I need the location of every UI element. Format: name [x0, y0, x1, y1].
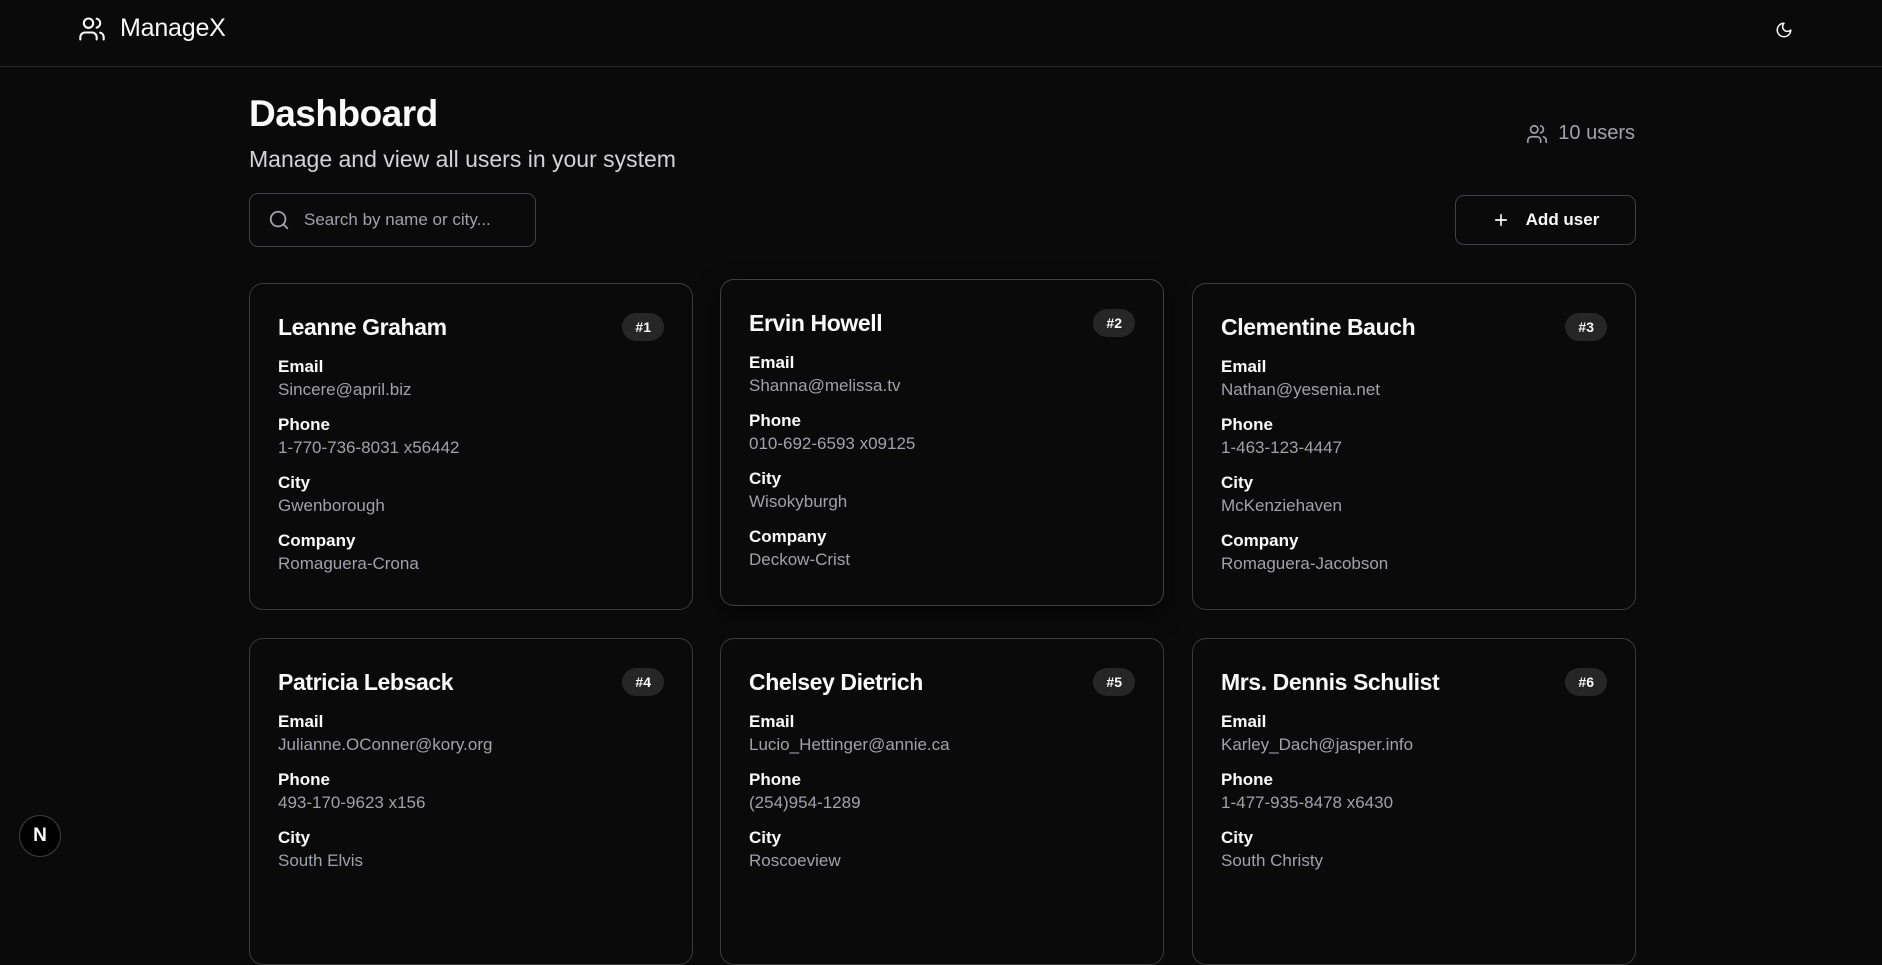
add-user-label: Add user [1525, 210, 1600, 229]
phone-value: 010-692-6593 x09125 [749, 434, 916, 453]
brand[interactable]: ManageX [78, 14, 226, 43]
email-value: Julianne.OConner@kory.org [278, 735, 493, 754]
search-icon [268, 209, 290, 231]
email-value: Shanna@melissa.tv [749, 376, 901, 395]
email-value: Nathan@yesenia.net [1221, 380, 1381, 399]
user-card[interactable]: Patricia Lebsack #4 Email Julianne.OConne… [249, 638, 693, 965]
city-value: South Elvis [278, 851, 364, 870]
city-value: McKenziehaven [1221, 496, 1342, 515]
city-value: Roscoeview [749, 851, 841, 870]
user-id-badge: #2 [1093, 309, 1135, 337]
city-label: City [278, 473, 311, 492]
brand-title: ManageX [120, 14, 226, 42]
user-name: Leanne Graham [278, 313, 447, 340]
city-label: City [1221, 828, 1254, 847]
user-id-badge: #4 [622, 668, 664, 696]
page-subtitle: Manage and view all users in your system [249, 146, 676, 172]
phone-value: 1-477-935-8478 x6430 [1221, 793, 1394, 812]
search-input[interactable] [304, 210, 504, 230]
phone-value: 1-770-736-8031 x56442 [278, 438, 460, 457]
email-value: Lucio_Hettinger@annie.ca [749, 735, 950, 754]
email-value: Karley_Dach@jasper.info [1221, 735, 1414, 754]
city-value: South Christy [1221, 851, 1324, 870]
email-label: Email [1221, 712, 1267, 731]
phone-label: Phone [278, 415, 330, 434]
company-label: Company [278, 531, 356, 550]
phone-value: (254)954-1289 [749, 793, 861, 812]
user-name: Patricia Lebsack [278, 668, 454, 695]
user-id-badge: #5 [1093, 668, 1135, 696]
moon-icon [1775, 21, 1793, 39]
user-id-badge: #6 [1565, 668, 1607, 696]
phone-label: Phone [1221, 415, 1273, 434]
add-user-button[interactable]: Add user [1455, 195, 1636, 245]
user-id-badge: #3 [1565, 313, 1607, 341]
company-label: Company [1221, 531, 1299, 550]
phone-label: Phone [749, 770, 801, 789]
user-card[interactable]: Chelsey Dietrich #5 Email Lucio_Hettinger… [720, 638, 1164, 965]
email-label: Email [278, 712, 324, 731]
email-label: Email [1221, 357, 1267, 376]
email-label: Email [749, 353, 795, 372]
user-name: Clementine Bauch [1221, 313, 1416, 340]
phone-value: 1-463-123-4447 [1221, 438, 1342, 457]
phone-label: Phone [278, 770, 330, 789]
city-label: City [749, 469, 782, 488]
city-label: City [278, 828, 311, 847]
city-value: Wisokyburgh [749, 492, 848, 511]
company-label: Company [749, 527, 827, 546]
user-name: Mrs. Dennis Schulist [1221, 668, 1440, 695]
next-dev-badge[interactable]: N [19, 815, 61, 857]
top-navbar: ManageX [0, 0, 1882, 67]
user-count-label: 10 users [1558, 122, 1635, 144]
user-card[interactable]: Clementine Bauch #3 Email Nathan@yesenia.… [1192, 283, 1636, 610]
users-icon [78, 15, 106, 43]
user-count: 10 users [1526, 122, 1635, 145]
theme-toggle-button[interactable] [1768, 14, 1800, 46]
company-value: Romaguera-Crona [278, 554, 419, 573]
plus-icon [1492, 211, 1510, 229]
phone-label: Phone [749, 411, 801, 430]
city-label: City [1221, 473, 1254, 492]
user-id-badge: #1 [622, 313, 664, 341]
user-card[interactable]: Mrs. Dennis Schulist #6 Email Karley_Dach… [1192, 638, 1636, 965]
city-value: Gwenborough [278, 496, 385, 515]
page-title: Dashboard [249, 93, 438, 134]
user-name: Ervin Howell [749, 309, 883, 336]
email-label: Email [749, 712, 795, 731]
user-card[interactable]: Ervin Howell #2 Email Shanna@melissa.tv P… [720, 279, 1164, 606]
search-box[interactable] [249, 193, 536, 247]
email-value: Sincere@april.biz [278, 380, 412, 399]
email-label: Email [278, 357, 324, 376]
phone-value: 493-170-9623 x156 [278, 793, 426, 812]
company-value: Deckow-Crist [749, 550, 851, 569]
city-label: City [749, 828, 782, 847]
user-card[interactable]: Leanne Graham #1 Email Sincere@april.biz … [249, 283, 693, 610]
users-icon [1526, 123, 1548, 145]
company-value: Romaguera-Jacobson [1221, 554, 1389, 573]
user-name: Chelsey Dietrich [749, 668, 923, 695]
phone-label: Phone [1221, 770, 1273, 789]
